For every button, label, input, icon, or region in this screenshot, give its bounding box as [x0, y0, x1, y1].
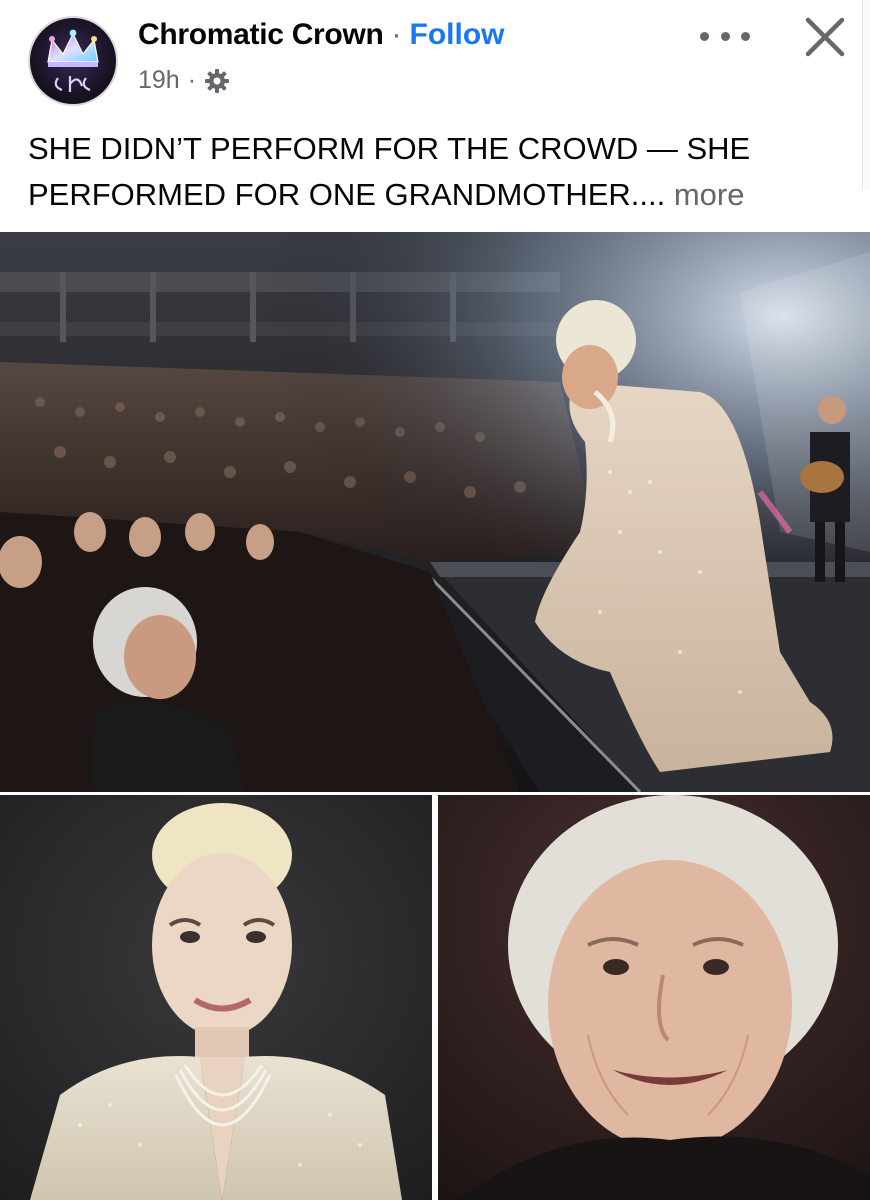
more-options-button[interactable] — [700, 18, 750, 54]
post-photo-left[interactable] — [0, 795, 432, 1200]
name-separator: · — [391, 18, 402, 51]
more-dots-icon — [700, 31, 709, 41]
close-icon — [805, 17, 845, 57]
post-photo-right[interactable] — [438, 795, 870, 1200]
post-header: Chromatic Crown · Follow 19h · SHE DIDN’… — [0, 0, 870, 232]
concert-photo — [0, 232, 870, 792]
crown-logo-icon — [47, 29, 99, 92]
grandmother-portrait — [438, 795, 870, 1200]
page-name[interactable]: Chromatic Crown — [138, 18, 384, 52]
performer-portrait — [0, 795, 432, 1200]
follow-button[interactable]: Follow — [410, 18, 505, 52]
more-dot — [720, 31, 730, 41]
post-photo-main[interactable] — [0, 232, 870, 792]
post-time[interactable]: 19h — [138, 66, 180, 95]
more-dot — [741, 31, 750, 41]
post-meta: 19h · — [138, 66, 230, 95]
gear-icon — [205, 68, 230, 93]
close-button[interactable] — [800, 12, 850, 62]
see-more-link[interactable]: more — [674, 177, 745, 212]
page-avatar[interactable] — [28, 16, 118, 106]
name-row: Chromatic Crown · Follow — [138, 18, 505, 52]
meta-separator: · — [187, 66, 197, 94]
scrollbar-edge — [862, 0, 870, 190]
caption-text: SHE DIDN’T PERFORM FOR THE CROWD — SHE P… — [28, 131, 751, 212]
post-caption: SHE DIDN’T PERFORM FOR THE CROWD — SHE P… — [28, 126, 828, 218]
